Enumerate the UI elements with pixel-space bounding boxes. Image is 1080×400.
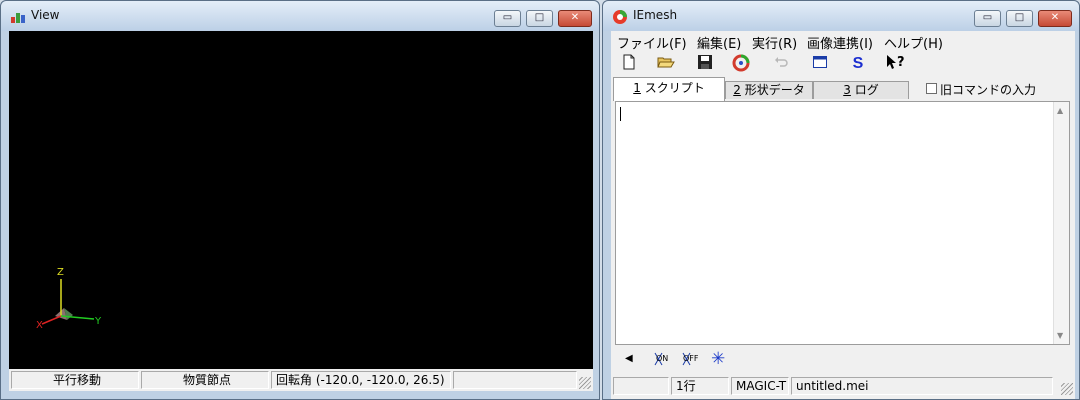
new-file-icon[interactable] — [619, 54, 639, 74]
axis-y-label: Y — [94, 316, 102, 327]
menubar: ファイル(F) 編集(E) 実行(R) 画像連携(I) ヘルプ(H) — [611, 31, 1075, 52]
tab-log-key: 3 — [843, 83, 851, 97]
off-marker-icon[interactable]: OFF — [680, 351, 702, 367]
tab-script-key: 1 — [633, 81, 641, 95]
status-blank — [613, 377, 669, 395]
view-app-icon — [10, 9, 26, 25]
tab-script[interactable]: 1 スクリプト — [613, 77, 725, 101]
tab-row: 1 スクリプト 2 形状データ 3 ログ 旧コマンドの入力 — [611, 77, 1075, 101]
scroll-down-icon[interactable]: ▼ — [1057, 331, 1063, 340]
tab-shape-data[interactable]: 2 形状データ — [725, 81, 813, 99]
status-line-label: 1行 — [676, 379, 696, 393]
tab-log-label: ログ — [854, 83, 879, 97]
tab-shape-data-label: 形状データ — [744, 83, 805, 97]
view-maximize-button[interactable]: □ — [526, 10, 553, 27]
status-mode-label: MAGIC-T — [736, 379, 787, 393]
view-resize-grip[interactable] — [579, 377, 591, 389]
status-rotation-label: 回転角 (-120.0, -120.0, 26.5) — [276, 373, 445, 387]
iemesh-title: IEmesh — [633, 8, 678, 22]
window-icon[interactable] — [810, 54, 830, 74]
script-editor[interactable]: ▲ ▼ — [615, 101, 1070, 345]
on-marker-icon[interactable]: ON — [652, 351, 672, 367]
save-icon[interactable] — [695, 54, 715, 74]
iemesh-app-icon — [612, 9, 628, 25]
menu-image[interactable]: 画像連携(I) — [807, 33, 873, 52]
legacy-command-checkbox[interactable] — [926, 83, 937, 94]
off-marker-text: OFF — [683, 354, 699, 363]
view-title: View — [31, 8, 60, 22]
menu-help[interactable]: ヘルプ(H) — [884, 33, 943, 52]
status-file-label: untitled.mei — [796, 379, 869, 393]
editor-bottom-toolbar: ◀ ON OFF ✳ — [611, 347, 1075, 373]
run-icon[interactable] — [731, 54, 751, 74]
left-arrow-icon[interactable]: ◀ — [625, 353, 633, 364]
iemesh-maximize-button[interactable]: □ — [1006, 10, 1033, 27]
legacy-command-label[interactable]: 旧コマンドの入力 — [940, 81, 1036, 98]
iemesh-close-button[interactable]: ✕ — [1038, 10, 1072, 27]
view-minimize-button[interactable]: ▭ — [494, 10, 521, 27]
iemesh-resize-grip[interactable] — [1061, 383, 1073, 395]
view-window: View ▭ □ ✕ Z Y X 平行移動 物質節点 回転角 (-120.0, … — [0, 0, 600, 400]
status-pan-label: 平行移動 — [52, 373, 101, 387]
asterisk-icon[interactable]: ✳ — [711, 349, 725, 369]
toolbar: S ? — [611, 51, 1075, 77]
iemesh-statusbar: 1行 MAGIC-T untitled.mei — [611, 375, 1075, 397]
s-icon[interactable]: S — [848, 54, 868, 74]
status-mode: MAGIC-T — [731, 377, 789, 395]
text-caret — [620, 107, 621, 121]
status-material-node-label: 物質節点 — [182, 373, 231, 387]
menu-run[interactable]: 実行(R) — [752, 33, 797, 52]
open-folder-icon[interactable] — [656, 54, 676, 74]
editor-vertical-scrollbar[interactable]: ▲ ▼ — [1053, 102, 1069, 344]
axis-triad-icon: Z Y X — [36, 267, 102, 331]
on-marker-text: ON — [656, 354, 669, 363]
status-pan: 平行移動 — [11, 371, 139, 389]
view-statusbar: 平行移動 物質節点 回転角 (-120.0, -120.0, 26.5) — [9, 369, 593, 391]
tab-shape-data-key: 2 — [733, 83, 741, 97]
help-pointer-icon[interactable]: ? — [885, 54, 905, 74]
status-empty — [453, 371, 577, 389]
axis-x-label: X — [36, 320, 43, 331]
menu-edit[interactable]: 編集(E) — [697, 33, 741, 52]
view-titlebar[interactable]: View ▭ □ ✕ — [1, 1, 599, 31]
view-3d-canvas[interactable]: Z Y X — [9, 31, 593, 369]
tab-log[interactable]: 3 ログ — [813, 81, 909, 99]
undo-icon[interactable] — [771, 54, 791, 74]
status-file: untitled.mei — [791, 377, 1053, 395]
iemesh-window: IEmesh ▭ □ ✕ ファイル(F) 編集(E) 実行(R) 画像連携(I)… — [602, 0, 1080, 400]
iemesh-minimize-button[interactable]: ▭ — [974, 10, 1001, 27]
help-question-glyph: ? — [897, 55, 905, 70]
scroll-up-icon[interactable]: ▲ — [1057, 106, 1063, 115]
tab-script-label: スクリプト — [644, 81, 705, 95]
status-rotation: 回転角 (-120.0, -120.0, 26.5) — [271, 371, 451, 389]
iemesh-titlebar[interactable]: IEmesh ▭ □ ✕ — [603, 1, 1079, 31]
status-material-node: 物質節点 — [141, 371, 269, 389]
axis-z-label: Z — [57, 267, 64, 278]
status-line: 1行 — [671, 377, 729, 395]
menu-file[interactable]: ファイル(F) — [617, 33, 687, 52]
view-close-button[interactable]: ✕ — [558, 10, 592, 27]
